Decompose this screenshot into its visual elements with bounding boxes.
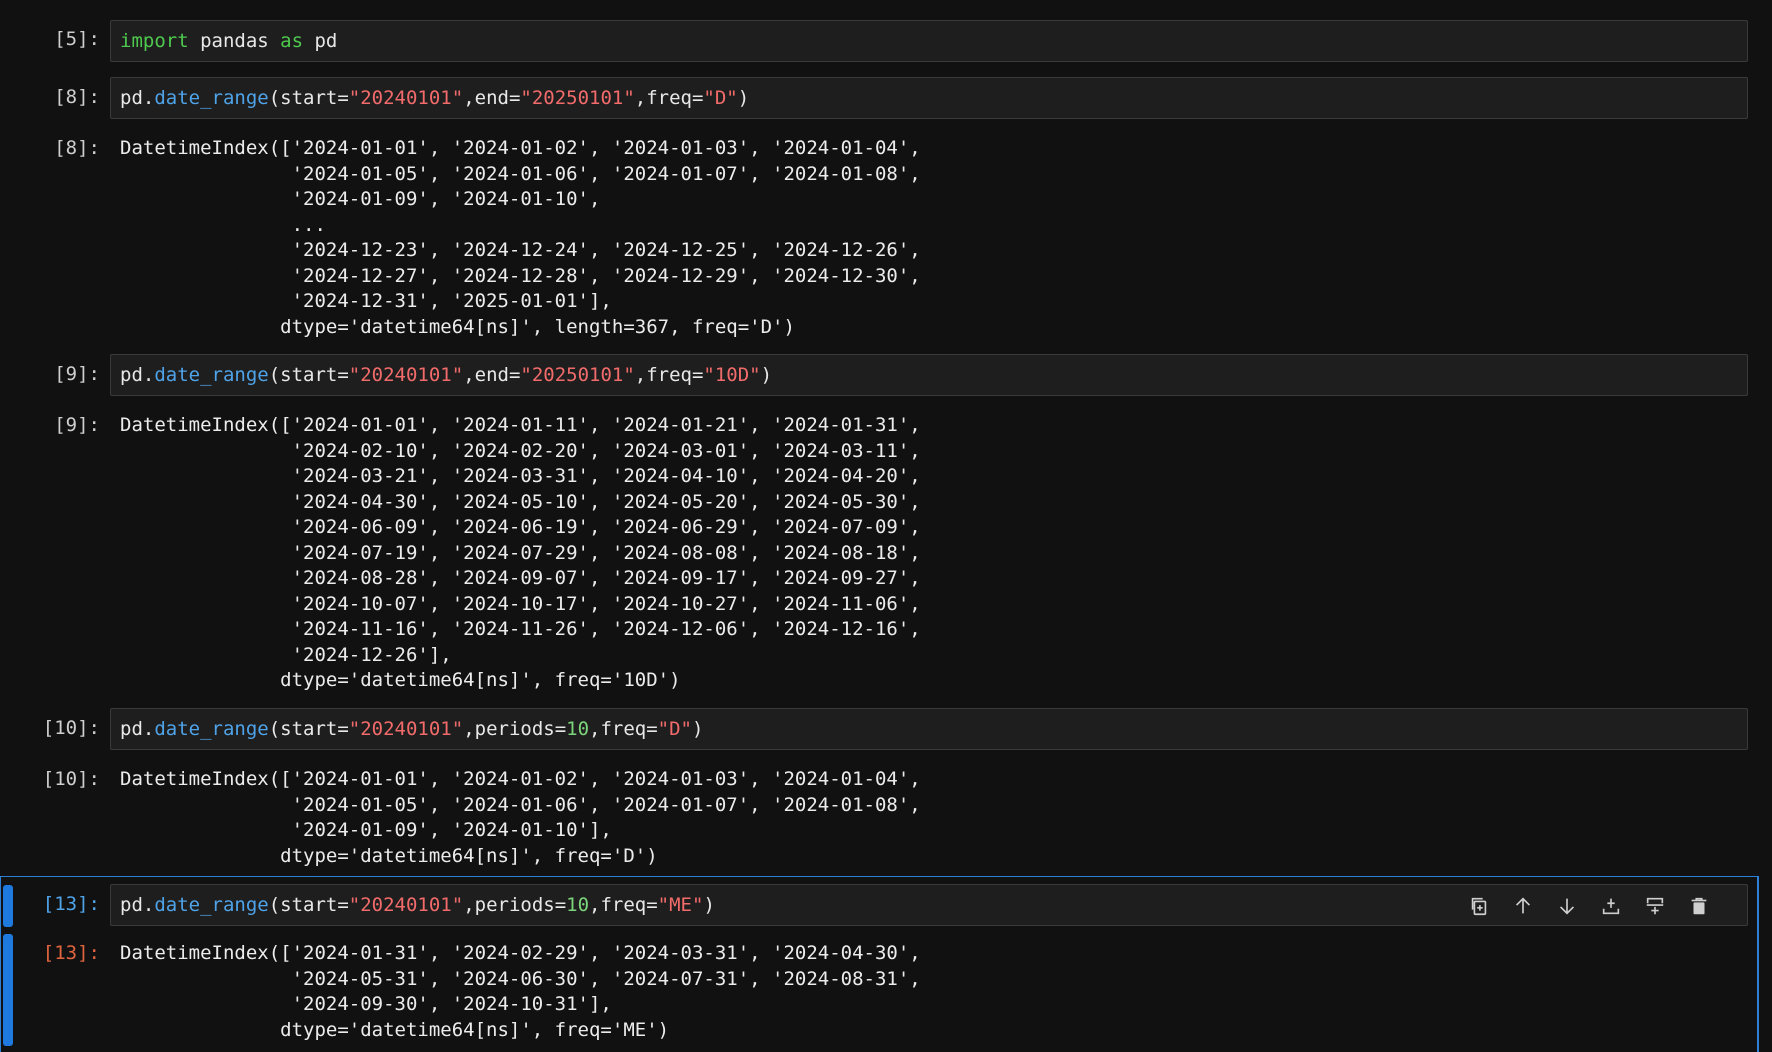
code-token: ) <box>760 364 773 386</box>
cell-output: DatetimeIndex(['2024-01-31', '2024-02-29… <box>120 942 921 1041</box>
code-token: ,freq= <box>634 364 704 386</box>
output-prompt: [13]: <box>42 942 100 964</box>
notebook: [5]: import pandas as pd [8]: pd.date_ra… <box>0 0 1772 1052</box>
code-token: 10 <box>566 894 590 916</box>
code-token: ,periods= <box>463 718 567 740</box>
cell-toolbar <box>1457 891 1721 921</box>
code-editor[interactable]: pd.date_range(start="20240101",end="2025… <box>110 77 1748 119</box>
code-token: "ME" <box>657 894 704 916</box>
cell-output: DatetimeIndex(['2024-01-01', '2024-01-02… <box>120 137 921 338</box>
code-token: pandas <box>188 30 281 52</box>
input-prompt: [8]: <box>54 86 100 108</box>
code-token: ,end= <box>463 87 521 109</box>
code-token: ) <box>703 894 715 916</box>
code-token: "20240101" <box>348 364 464 386</box>
code-token: pd. <box>120 87 155 109</box>
code-editor[interactable]: pd.date_range(start="20240101",periods=1… <box>110 708 1748 750</box>
code-token: as <box>280 30 304 52</box>
input-prompt: [13]: <box>42 893 100 915</box>
cell-output: DatetimeIndex(['2024-01-01', '2024-01-11… <box>120 414 921 691</box>
code-token: (start= <box>268 364 349 386</box>
input-collapser[interactable] <box>3 885 13 927</box>
input-prompt: [9]: <box>54 363 100 385</box>
code-token: "20240101" <box>348 718 464 740</box>
code-token: "D" <box>657 718 692 740</box>
code-editor[interactable]: import pandas as pd <box>110 20 1748 62</box>
insert-above-icon[interactable] <box>1589 891 1633 921</box>
code-token: date_range <box>154 894 269 916</box>
code-token: ,end= <box>463 364 521 386</box>
input-prompt: [10]: <box>42 717 100 739</box>
code-token: ,freq= <box>589 894 658 916</box>
code-token: pd. <box>120 894 155 916</box>
input-prompt: [5]: <box>54 28 100 50</box>
output-prompt: [9]: <box>54 414 100 436</box>
code-token: ) <box>692 718 704 740</box>
code-token: "20250101" <box>520 364 635 386</box>
code-token: import <box>120 30 189 52</box>
code-token: "D" <box>703 87 738 109</box>
code-token: ,freq= <box>589 718 658 740</box>
output-prompt: [8]: <box>54 137 100 159</box>
move-down-icon[interactable] <box>1545 891 1589 921</box>
code-token: date_range <box>154 718 269 740</box>
delete-icon[interactable] <box>1677 891 1721 921</box>
code-token: date_range <box>154 364 269 386</box>
code-token: "20240101" <box>348 894 464 916</box>
duplicate-icon[interactable] <box>1457 891 1501 921</box>
code-token: pd <box>303 30 338 52</box>
code-token: ,periods= <box>463 894 567 916</box>
code-token: "10D" <box>703 364 761 386</box>
insert-below-icon[interactable] <box>1633 891 1677 921</box>
code-token: ,freq= <box>634 87 704 109</box>
code-token: (start= <box>268 894 349 916</box>
move-up-icon[interactable] <box>1501 891 1545 921</box>
code-token: "20250101" <box>520 87 635 109</box>
cell-output: DatetimeIndex(['2024-01-01', '2024-01-02… <box>120 768 921 867</box>
code-token: (start= <box>268 87 349 109</box>
code-editor[interactable]: pd.date_range(start="20240101",end="2025… <box>110 354 1748 396</box>
output-collapser[interactable] <box>3 934 13 1046</box>
code-token: 10 <box>566 718 590 740</box>
code-token: pd. <box>120 718 155 740</box>
code-token: date_range <box>154 87 269 109</box>
code-token: pd. <box>120 364 155 386</box>
code-editor[interactable]: pd.date_range(start="20240101",periods=1… <box>110 884 1748 926</box>
code-token: ) <box>737 87 750 109</box>
code-token: "20240101" <box>348 87 464 109</box>
code-token: (start= <box>268 718 349 740</box>
output-prompt: [10]: <box>42 768 100 790</box>
